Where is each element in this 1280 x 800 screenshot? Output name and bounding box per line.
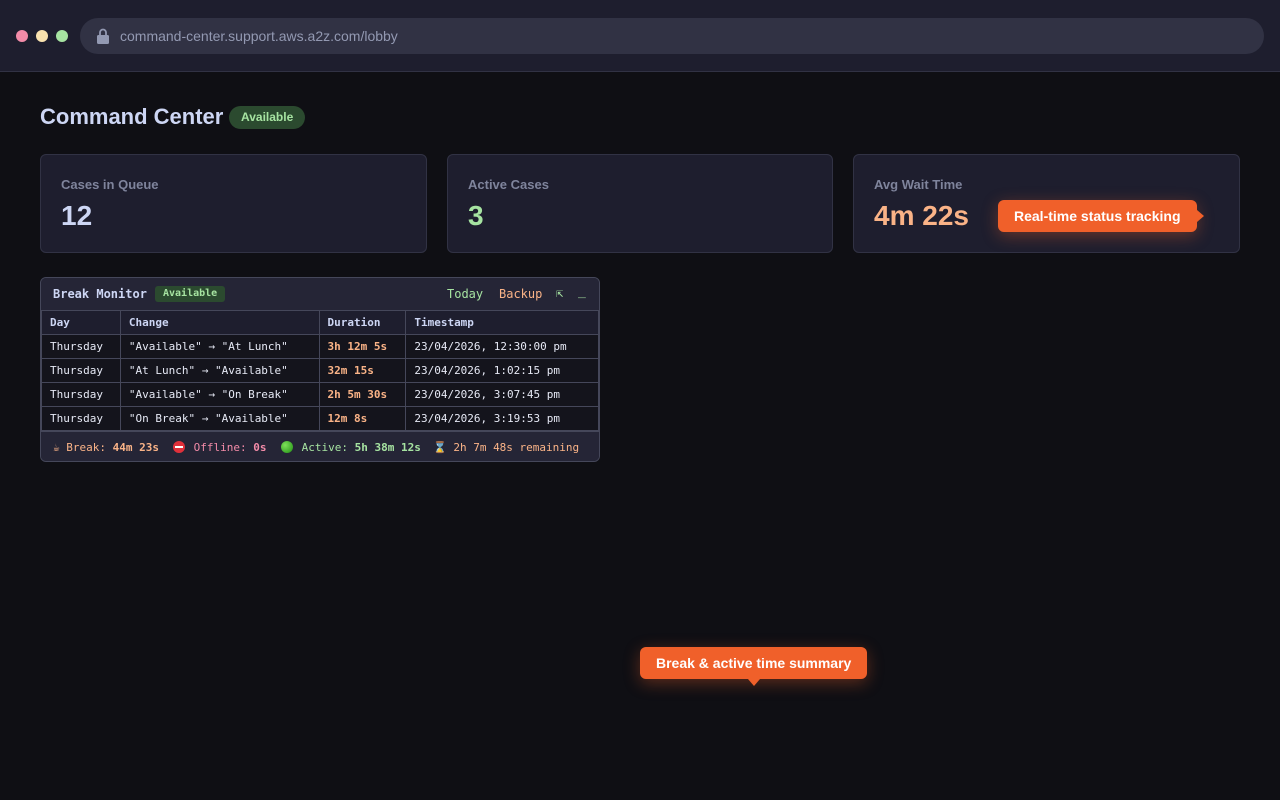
offline-label: Offline: [193, 441, 247, 454]
backup-button[interactable]: Backup [499, 287, 542, 301]
active-label: Active: [301, 441, 348, 454]
cell-duration: 12m 8s [318, 406, 407, 431]
column-header-change: Change [119, 310, 320, 335]
cell-duration: 2h 5m 30s [318, 382, 407, 407]
cell-change: "At Lunch" → "Available" [119, 358, 320, 383]
today-button[interactable]: Today [447, 287, 483, 301]
hourglass-icon: ⌛ [433, 441, 447, 454]
remaining-text: 2h 7m 48s remaining [453, 441, 580, 454]
remaining-summary: ⌛ 2h 7m 48s remaining [433, 441, 579, 454]
table-row: Thursday "Available" → "On Break" 2h 5m … [41, 382, 599, 407]
url-text: command-center.support.aws.a2z.com/lobby [120, 28, 398, 44]
cell-day: Thursday [41, 334, 121, 359]
coffee-icon: ☕ [53, 441, 60, 454]
column-header-timestamp: Timestamp [405, 310, 599, 335]
active-total: 5h 38m 12s [354, 441, 421, 454]
callout-realtime-tracking: Real-time status tracking [998, 200, 1203, 232]
break-monitor-header: Break Monitor Available Today Backup ⇱ _ [41, 278, 599, 310]
cell-day: Thursday [41, 406, 121, 431]
table-row: Thursday "At Lunch" → "Available" 32m 15… [41, 358, 599, 383]
page-title: Command Center [40, 104, 224, 129]
break-history-table: Day Change Duration Timestamp Thursday "… [41, 310, 599, 431]
lock-icon [97, 28, 109, 44]
address-bar[interactable]: command-center.support.aws.a2z.com/lobby [80, 18, 1264, 54]
maximize-window-button[interactable] [56, 30, 68, 42]
column-header-day: Day [41, 310, 121, 335]
green-circle-icon [281, 441, 293, 453]
callout-time-summary: Break & active time summary [640, 647, 868, 686]
stat-value: 12 [61, 200, 93, 231]
table-row: Thursday "On Break" → "Available" 12m 8s… [41, 406, 599, 431]
break-label: Break: [66, 441, 106, 454]
cell-day: Thursday [41, 382, 121, 407]
stat-value: 3 [468, 200, 484, 231]
cell-change: "On Break" → "Available" [119, 406, 320, 431]
cell-day: Thursday [41, 358, 121, 383]
minimize-window-button[interactable] [36, 30, 48, 42]
break-summary: ☕ Break: 44m 23s [53, 441, 159, 454]
break-monitor-widget: Break Monitor Available Today Backup ⇱ _… [40, 277, 600, 462]
active-summary: Active: 5h 38m 12s [281, 441, 421, 454]
cell-timestamp: 23/04/2026, 3:07:45 pm [405, 382, 599, 407]
table-row: Thursday "Available" → "At Lunch" 3h 12m… [41, 334, 599, 359]
break-summary-footer: ☕ Break: 44m 23s Offline: 0s Active: 5h … [41, 431, 599, 461]
cell-duration: 32m 15s [318, 358, 407, 383]
break-total: 44m 23s [112, 441, 159, 454]
break-monitor-title: Break Monitor [53, 287, 147, 301]
cell-timestamp: 23/04/2026, 12:30:00 pm [405, 334, 599, 359]
cell-change: "Available" → "At Lunch" [119, 334, 320, 359]
column-header-duration: Duration [318, 310, 407, 335]
status-badge[interactable]: Available [229, 106, 306, 129]
close-window-button[interactable] [16, 30, 28, 42]
no-entry-icon [173, 441, 185, 453]
table-header-row: Day Change Duration Timestamp [41, 310, 599, 335]
stat-label: Cases in Queue [61, 177, 159, 192]
browser-chrome: command-center.support.aws.a2z.com/lobby [0, 0, 1280, 72]
stat-label: Avg Wait Time [874, 177, 963, 192]
offline-total: 0s [253, 441, 267, 454]
stat-label: Active Cases [468, 177, 549, 192]
offline-summary: Offline: 0s [173, 441, 266, 454]
stat-card-cases-in-queue: Cases in Queue 12 [40, 154, 427, 253]
cell-duration: 3h 12m 5s [318, 334, 407, 359]
cell-timestamp: 23/04/2026, 3:19:53 pm [405, 406, 599, 431]
minimize-icon[interactable]: _ [578, 284, 586, 299]
expand-icon[interactable]: ⇱ [556, 286, 563, 300]
cell-change: "Available" → "On Break" [119, 382, 320, 407]
cell-timestamp: 23/04/2026, 1:02:15 pm [405, 358, 599, 383]
stat-card-active-cases: Active Cases 3 [447, 154, 833, 253]
stat-value: 4m 22s [874, 200, 969, 231]
break-monitor-status-badge: Available [155, 286, 226, 302]
